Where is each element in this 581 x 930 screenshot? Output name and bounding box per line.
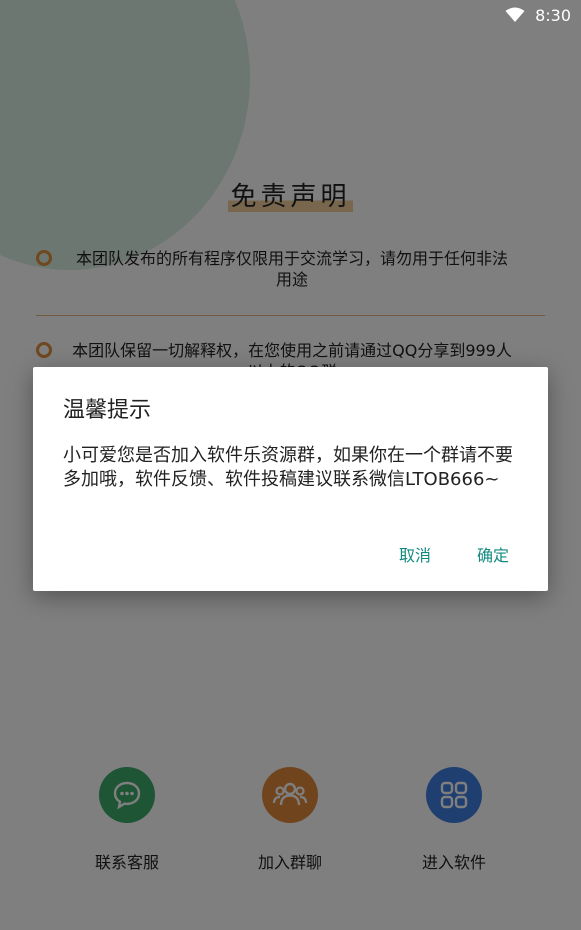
- cancel-button[interactable]: 取消: [399, 542, 431, 566]
- wifi-icon: [505, 7, 525, 22]
- dialog-title: 温馨提示: [63, 398, 152, 423]
- status-time: 8:30: [535, 5, 571, 25]
- alert-dialog: 温馨提示 小可爱您是否加入软件乐资源群，如果你在一个群请不要多加哦，软件反馈、软…: [33, 367, 548, 591]
- confirm-button[interactable]: 确定: [477, 542, 509, 566]
- dialog-message: 小可爱您是否加入软件乐资源群，如果你在一个群请不要多加哦，软件反馈、软件投稿建议…: [63, 445, 513, 490]
- status-bar: 8:30: [0, 0, 581, 30]
